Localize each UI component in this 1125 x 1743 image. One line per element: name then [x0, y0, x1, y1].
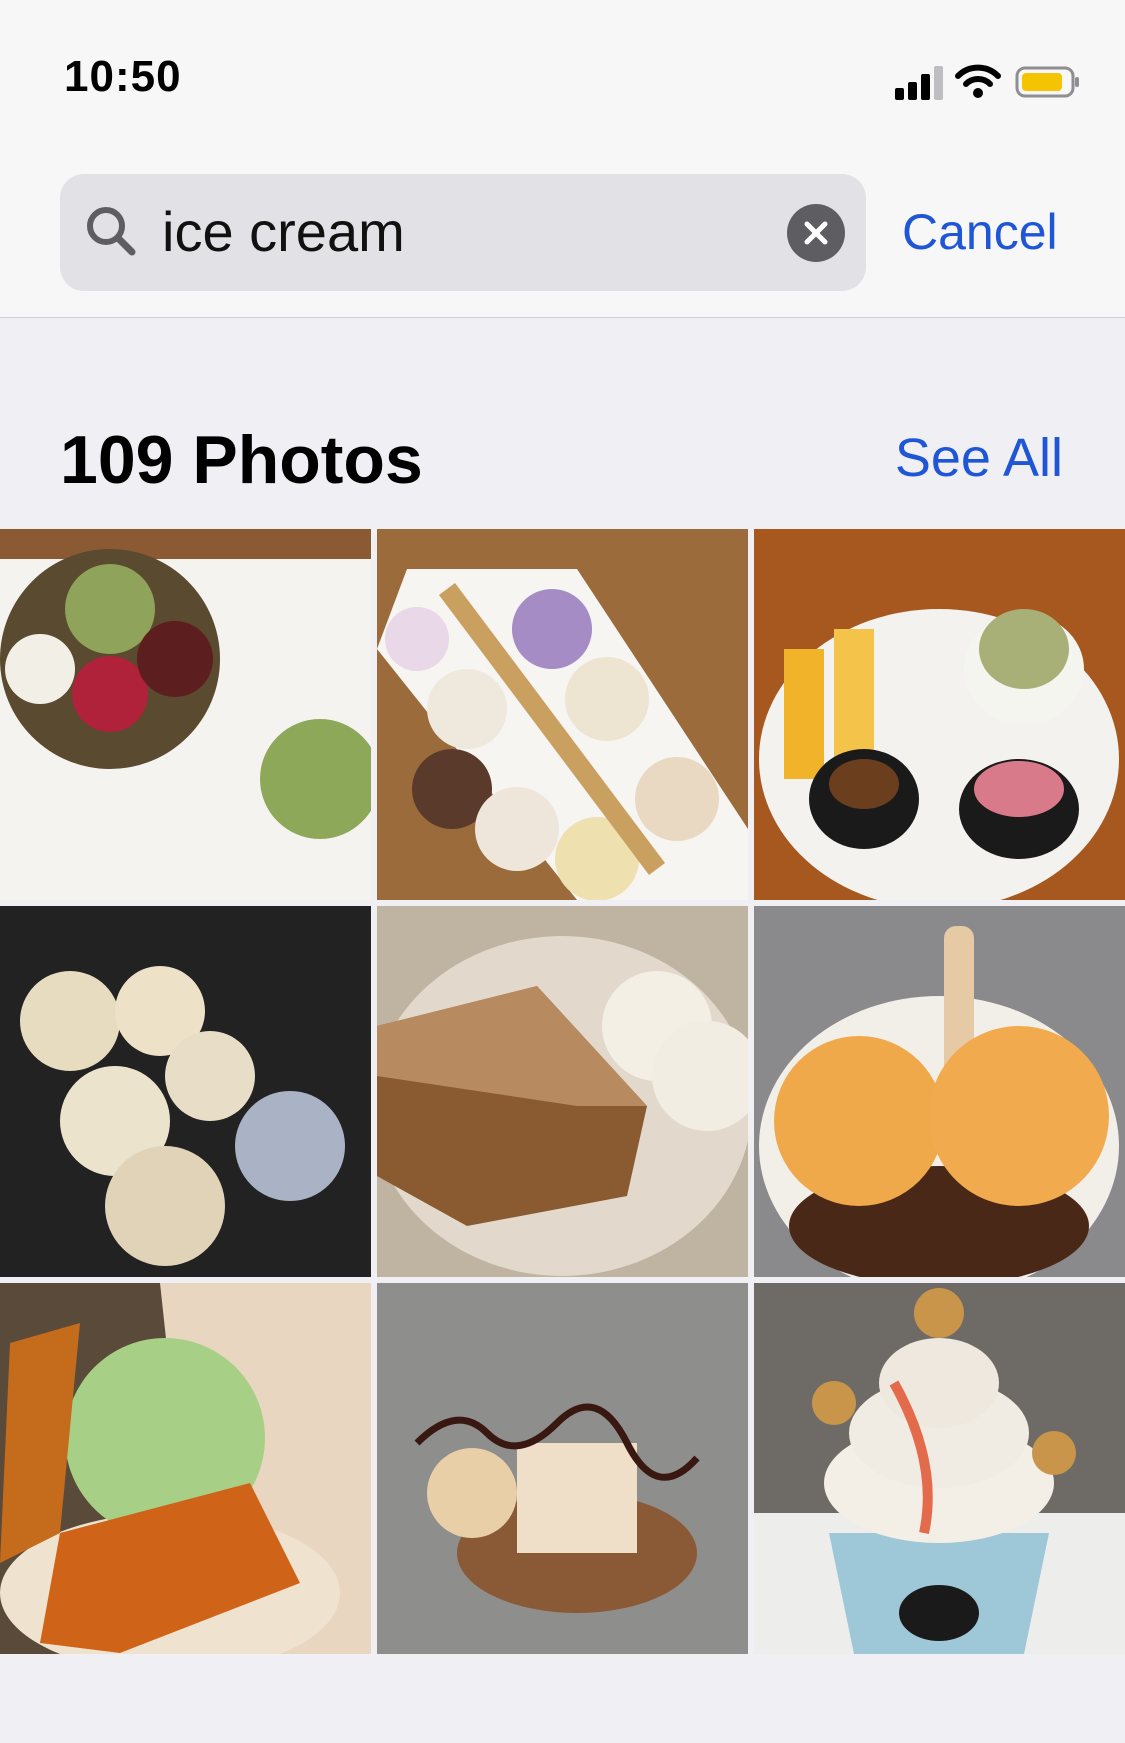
cellular-signal-icon [895, 62, 945, 100]
photo-thumbnail[interactable] [377, 906, 748, 1277]
photo-thumbnail[interactable] [377, 529, 748, 900]
battery-icon [1015, 66, 1079, 98]
close-icon [804, 221, 828, 245]
photo-thumbnail[interactable] [0, 1283, 371, 1654]
photo-thumbnail[interactable] [754, 529, 1125, 900]
photo-thumbnail[interactable] [754, 1283, 1125, 1654]
photo-thumbnail[interactable] [754, 906, 1125, 1277]
status-time: 10:50 [64, 52, 182, 101]
photo-grid [0, 529, 1125, 1654]
top-bar: 10:50 ice cream Cancel [0, 0, 1125, 318]
search-input[interactable]: ice cream [162, 202, 405, 262]
photo-thumbnail[interactable] [0, 906, 371, 1277]
search-field[interactable]: ice cream [60, 174, 866, 291]
wifi-icon [955, 64, 1001, 98]
cancel-button[interactable]: Cancel [902, 203, 1058, 261]
search-icon [87, 207, 136, 256]
photo-thumbnail[interactable] [0, 529, 371, 900]
results-title: 109 Photos [60, 422, 423, 498]
photo-thumbnail[interactable] [377, 1283, 748, 1654]
see-all-button[interactable]: See All [895, 425, 1063, 491]
clear-search-button[interactable] [787, 204, 845, 262]
